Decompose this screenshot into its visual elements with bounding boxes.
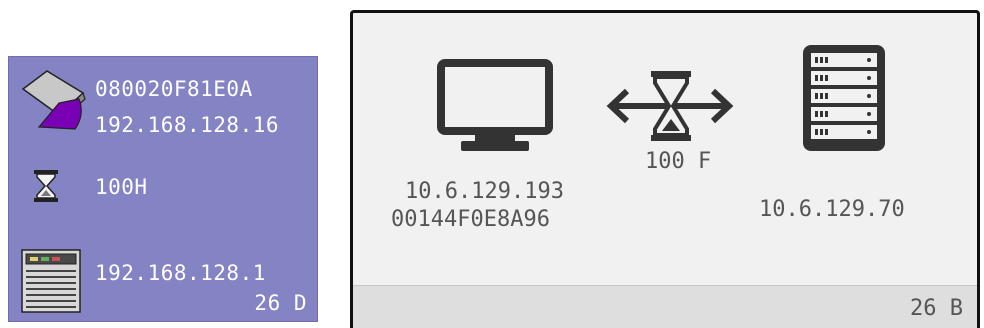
legacy-link-status: 100H [95, 175, 148, 199]
legacy-connection-panel: 080020F81E0A 192.168.128.16 100H 192.168… [8, 56, 318, 322]
link-status-label: 100 F [645, 149, 712, 174]
host-mac-address: 00144F0E8A96 [391, 207, 550, 232]
connection-panel: 100 F 10.6.129.193 00144F0E8A96 10.6.129… [350, 10, 980, 328]
port-footer: 26 B [353, 285, 977, 328]
switch-icon [21, 249, 81, 313]
workstation-icon [21, 70, 86, 130]
hourglass-icon [651, 71, 691, 141]
hourglass-icon [34, 170, 58, 202]
port-label: 26 B [910, 296, 963, 321]
monitor-icon [437, 59, 553, 151]
legacy-switch-ip: 192.168.128.1 [95, 261, 266, 285]
host-ip-address: 10.6.129.193 [405, 179, 564, 204]
legacy-port: 26 D [254, 291, 307, 315]
legacy-mac-address: 080020F81E0A [95, 77, 253, 101]
server-rack-icon [803, 45, 885, 151]
legacy-ip-address: 192.168.128.16 [95, 113, 280, 137]
switch-ip-address: 10.6.129.70 [759, 197, 905, 222]
